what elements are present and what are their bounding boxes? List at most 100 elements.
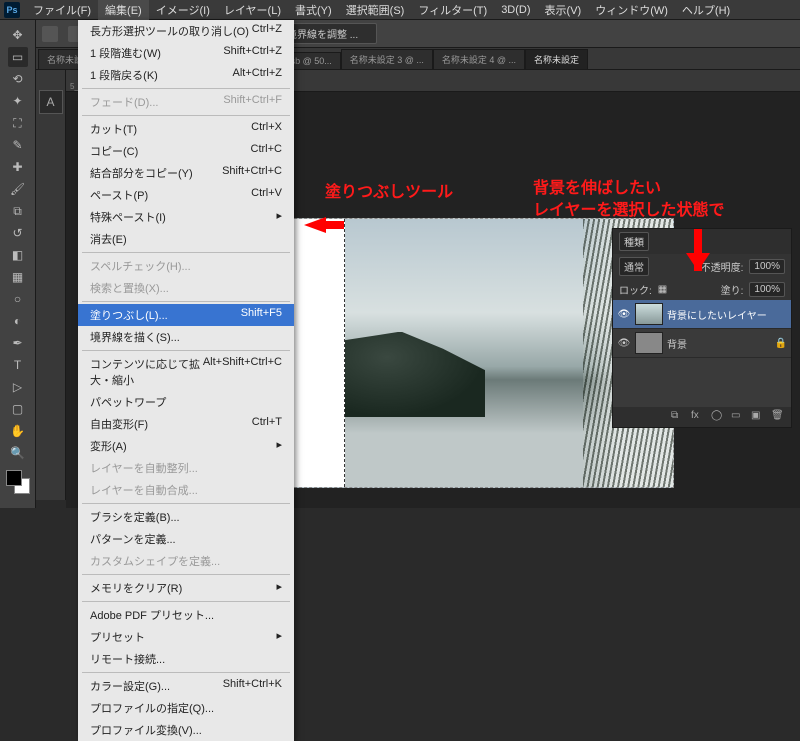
fg-color-icon[interactable] [6,470,22,486]
gradient-tool-icon[interactable]: ▦ [8,267,28,287]
crop-tool-icon[interactable]: ⛶ [8,113,28,133]
annotation-fill-tool: 塗りつぶしツール [325,178,453,202]
new-layer-icon[interactable]: ▣ [751,410,765,424]
layers-footer: ⧉ fx ◯ ▭ ▣ 🗑 [613,407,791,427]
menu-item[interactable]: 長方形選択ツールの取り消し(O)Ctrl+Z [78,20,294,42]
annotation-layer-hint: 背景を伸ばしたい レイヤーを選択した状態で [533,178,725,221]
fill-value[interactable]: 100% [749,282,785,297]
menu-item[interactable]: カット(T)Ctrl+X [78,118,294,140]
character-panel-icon[interactable]: A [39,90,63,114]
menu-layer[interactable]: レイヤー(L) [217,0,288,20]
visibility-icon[interactable]: 👁 [617,338,631,349]
menu-select[interactable]: 選択範囲(S) [339,0,412,20]
color-swatch[interactable] [6,470,30,494]
heal-tool-icon[interactable]: ✚ [8,157,28,177]
pen-tool-icon[interactable]: ✒ [8,333,28,353]
link-icon[interactable]: ⧉ [671,410,685,424]
menu-item[interactable]: パターンを定義... [78,528,294,550]
lock-icon[interactable]: ▦ [658,284,667,295]
menu-item: レイヤーを自動合成... [78,479,294,501]
menu-item[interactable]: リモート接続... [78,648,294,670]
arrow-left-icon [296,217,326,233]
wand-tool-icon[interactable]: ✦ [8,91,28,111]
eraser-tool-icon[interactable]: ◧ [8,245,28,265]
menu-window[interactable]: ウィンドウ(W) [588,0,675,20]
menu-item[interactable]: 結合部分をコピー(Y)Shift+Ctrl+C [78,162,294,184]
fx-icon[interactable]: fx [691,410,705,424]
menu-file[interactable]: ファイル(F) [26,0,98,20]
tool-palette: ✥ ▭ ⟲ ✦ ⛶ ✎ ✚ 🖌 ⧉ ↺ ◧ ▦ ○ ◐ ✒ T ▷ ▢ ✋ 🔍 [0,20,36,508]
marquee-tool-icon[interactable]: ▭ [8,47,28,67]
lock-icon: 🔒 [775,338,787,349]
blur-tool-icon[interactable]: ○ [8,289,28,309]
layer-thumb[interactable] [635,332,663,354]
layer-thumb[interactable] [635,303,663,325]
menu-item[interactable]: 変形(A)▸ [78,435,294,457]
mask-icon[interactable]: ◯ [711,410,725,424]
arrow-down-icon [694,229,702,271]
menu-item[interactable]: 特殊ペースト(I)▸ [78,206,294,228]
fill-label: 塗り: [721,282,744,297]
doc-tab[interactable]: 名称未設定 4 @ ... [433,49,525,69]
doc-tab[interactable]: 名称未設定 3 @ ... [341,49,433,69]
menu-item[interactable]: プロファイルの指定(Q)... [78,697,294,719]
menu-item[interactable]: 境界線を描く(S)... [78,326,294,348]
menu-item[interactable]: コピー(C)Ctrl+C [78,140,294,162]
lasso-tool-icon[interactable]: ⟲ [8,69,28,89]
menu-item: フェード(D)...Shift+Ctrl+F [78,91,294,113]
history-brush-icon[interactable]: ↺ [8,223,28,243]
layer-item[interactable]: 👁 背景にしたいレイヤー [613,300,791,329]
menu-item[interactable]: 自由変形(F)Ctrl+T [78,413,294,435]
layer-item[interactable]: 👁 背景 🔒 [613,329,791,358]
type-tool-icon[interactable]: T [8,355,28,375]
menu-type[interactable]: 書式(Y) [288,0,339,20]
menu-item[interactable]: プリセット▸ [78,626,294,648]
menu-item[interactable]: 消去(E) [78,228,294,250]
lock-label: ロック: [619,282,652,297]
menu-filter[interactable]: フィルター(T) [411,0,494,20]
menu-item[interactable]: ペースト(P)Ctrl+V [78,184,294,206]
menu-item: スペルチェック(H)... [78,255,294,277]
menu-help[interactable]: ヘルプ(H) [675,0,737,20]
path-tool-icon[interactable]: ▷ [8,377,28,397]
shape-tool-icon[interactable]: ▢ [8,399,28,419]
menu-item[interactable]: 1 段階進む(W)Shift+Ctrl+Z [78,42,294,64]
visibility-icon[interactable]: 👁 [617,309,631,320]
menu-item: 検索と置換(X)... [78,277,294,299]
menu-item[interactable]: Adobe PDF プリセット... [78,604,294,626]
menu-item[interactable]: 1 段階戻る(K)Alt+Ctrl+Z [78,64,294,86]
layer-name: 背景にしたいレイヤー [667,307,787,322]
side-panel-left: A [36,70,66,500]
menu-item[interactable]: 塗りつぶし(L)...Shift+F5 [78,304,294,326]
tool-preset-icon[interactable] [42,26,58,42]
menu-item[interactable]: パペットワープ [78,391,294,413]
menu-image[interactable]: イメージ(I) [149,0,217,20]
menu-item[interactable]: ブラシを定義(B)... [78,506,294,528]
menu-edit[interactable]: 編集(E) [98,0,149,20]
brush-tool-icon[interactable]: 🖌 [8,179,28,199]
menu-item[interactable]: カラー設定(G)...Shift+Ctrl+K [78,675,294,697]
layer-list: 👁 背景にしたいレイヤー 👁 背景 🔒 [613,300,791,358]
move-tool-icon[interactable]: ✥ [8,25,28,45]
stamp-tool-icon[interactable]: ⧉ [8,201,28,221]
menu-item: カスタムシェイプを定義... [78,550,294,572]
refine-edge-button[interactable]: 境界線を調整 ... [280,23,377,44]
opacity-value[interactable]: 100% [749,259,785,274]
photo-content [345,332,485,418]
hand-tool-icon[interactable]: ✋ [8,421,28,441]
folder-icon[interactable]: ▭ [731,410,745,424]
blend-mode-select[interactable]: 通常 [619,257,649,276]
menu-item[interactable]: メモリをクリア(R)▸ [78,577,294,599]
zoom-tool-icon[interactable]: 🔍 [8,443,28,463]
menubar: Ps ファイル(F) 編集(E) イメージ(I) レイヤー(L) 書式(Y) 選… [0,0,800,20]
menu-item[interactable]: プロファイル変換(V)... [78,719,294,741]
layers-kind-select[interactable]: 種類 [619,232,649,251]
menu-3d[interactable]: 3D(D) [494,2,537,18]
eyedropper-tool-icon[interactable]: ✎ [8,135,28,155]
menu-item[interactable]: コンテンツに応じて拡大・縮小Alt+Shift+Ctrl+C [78,353,294,391]
selection-area [285,219,345,487]
trash-icon[interactable]: 🗑 [771,410,785,424]
dodge-tool-icon[interactable]: ◐ [8,311,28,331]
menu-view[interactable]: 表示(V) [538,0,589,20]
doc-tab[interactable]: 名称未設定 [525,49,588,69]
